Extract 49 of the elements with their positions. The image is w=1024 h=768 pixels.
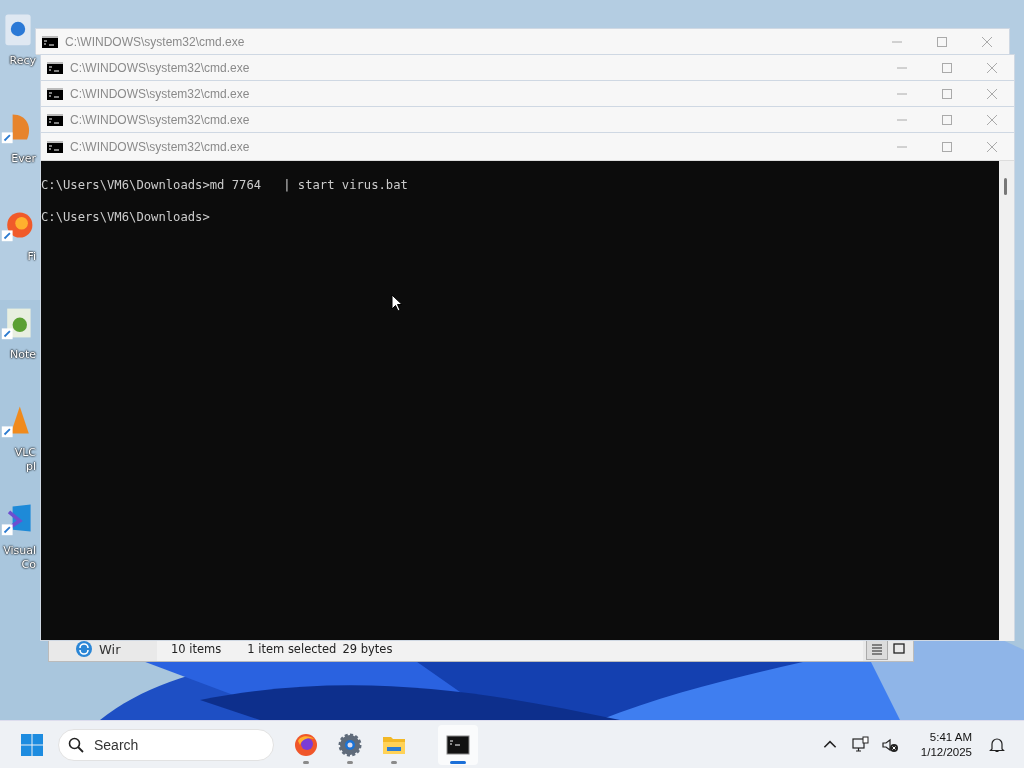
start-icon[interactable] xyxy=(20,732,44,757)
maximize-icon[interactable] xyxy=(941,87,953,100)
maximize-icon[interactable] xyxy=(941,61,953,74)
icon-label: Note xyxy=(9,348,36,362)
window-title: C:\WINDOWS\system32\cmd.exe xyxy=(70,112,251,127)
network-icon[interactable] xyxy=(850,735,869,754)
icon-label: Fi xyxy=(27,250,36,264)
console-icon xyxy=(446,732,470,757)
gear-icon xyxy=(338,732,362,757)
close-icon[interactable] xyxy=(986,87,998,100)
window-title: C:\WINDOWS\system32\cmd.exe xyxy=(70,86,251,101)
icon-label: Co xyxy=(21,558,36,572)
clock-time[interactable]: 5:41 AM xyxy=(929,729,972,745)
selection-size: 29 bytes xyxy=(342,642,393,656)
close-icon[interactable] xyxy=(986,61,998,74)
window-title: C:\WINDOWS\system32\cmd.exe xyxy=(70,60,251,75)
console-icon xyxy=(47,140,63,153)
console-icon xyxy=(47,113,63,126)
maximize-icon[interactable] xyxy=(941,113,953,126)
icon-label: pl xyxy=(25,460,36,474)
details-view-icon[interactable] xyxy=(867,639,887,659)
scrollbar-thumb[interactable] xyxy=(1004,178,1007,195)
taskbar-app[interactable] xyxy=(438,724,478,765)
close-icon[interactable] xyxy=(986,140,998,153)
window-title: C:\WINDOWS\system32\cmd.exe xyxy=(65,34,246,49)
browser-icon xyxy=(294,732,318,757)
search-icon xyxy=(68,736,84,753)
refresh-icon xyxy=(75,640,93,658)
icon-label: Recy xyxy=(9,54,36,68)
selection-info: 1 item selected xyxy=(247,642,337,656)
console-line: C:\Users\VM6\Downloads> xyxy=(41,209,211,225)
item-count: 10 items xyxy=(171,642,222,656)
console-line: C:\Users\VM6\Downloads>md 7764 | start virus.bat xyxy=(41,177,409,193)
window-title: C:\WINDOWS\system32\cmd.exe xyxy=(70,139,251,154)
icon-label: Visual xyxy=(3,544,36,558)
search-field[interactable]: Search xyxy=(58,728,274,761)
close-icon[interactable] xyxy=(986,113,998,126)
icon-label: VLC xyxy=(14,446,36,460)
window-title: Wir xyxy=(99,641,121,657)
clock-date[interactable]: 1/12/2025 xyxy=(920,744,972,760)
console-icon xyxy=(42,35,58,48)
console-icon xyxy=(47,87,63,100)
maximize-icon[interactable] xyxy=(936,35,948,48)
console-icon xyxy=(47,61,63,74)
icon-label: Ever xyxy=(11,152,36,166)
bell-icon[interactable] xyxy=(988,735,1006,754)
pointer-icon xyxy=(391,294,403,312)
maximize-icon[interactable] xyxy=(941,140,953,153)
close-icon[interactable] xyxy=(981,35,993,48)
